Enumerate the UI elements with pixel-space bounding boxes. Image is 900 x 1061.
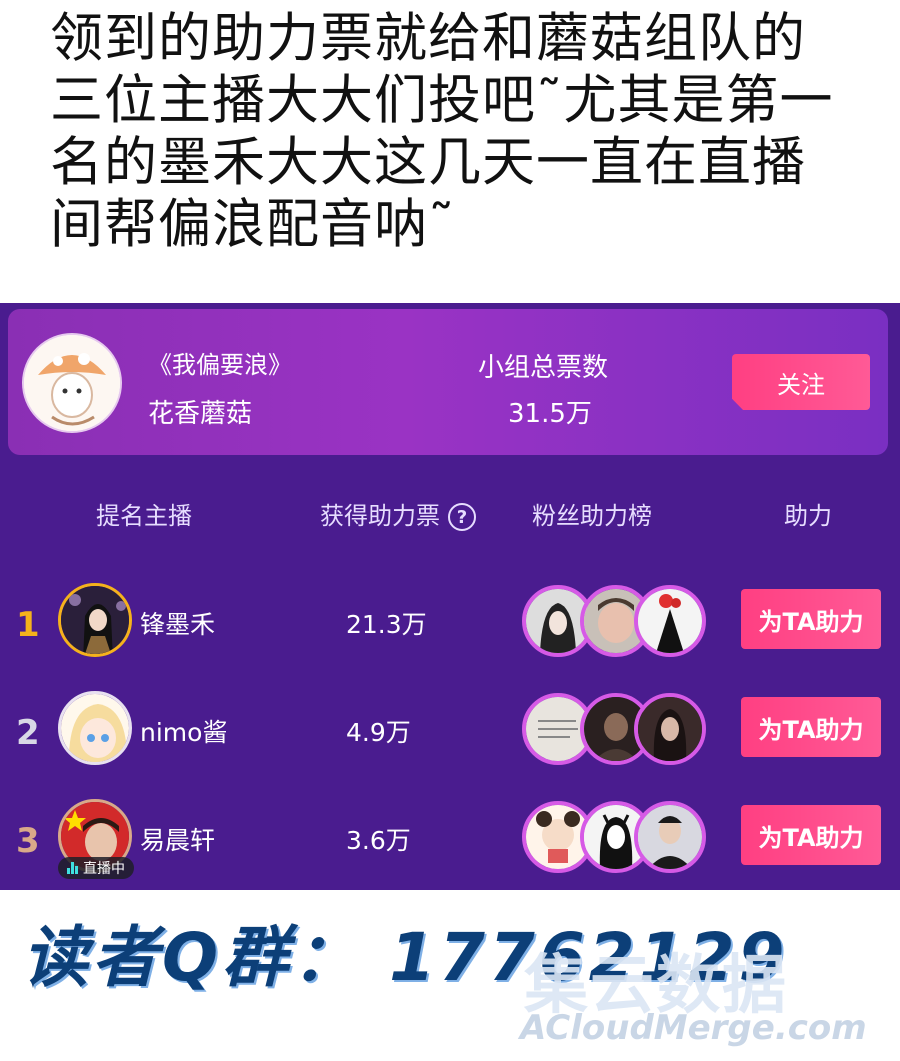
footer-banner: 读者Q群： 17762129 集云数据 ACloudMerge.com: [0, 890, 900, 1061]
anchor-avatar[interactable]: [58, 691, 132, 765]
anchor-portrait-icon: [61, 586, 129, 654]
fan-avatar[interactable]: [634, 585, 706, 657]
caption-line: 三位主播大大们投吧˜尤其是第一: [50, 70, 834, 131]
rank-number: 2: [16, 713, 40, 753]
ranking-row: 2 nimo酱 4.9万 为TA助力: [0, 689, 900, 779]
fan-avatar[interactable]: [634, 693, 706, 765]
anchor-avatar[interactable]: [58, 583, 132, 657]
watermark-en: ACloudMerge.com: [520, 1008, 867, 1048]
live-badge: 直播中: [58, 857, 134, 879]
team-title: 《我偏要浪》: [148, 351, 292, 379]
caption-line: 领到的助力票就给和蘑菇组队的: [50, 8, 806, 69]
column-header-anchor: 提名主播: [96, 502, 192, 530]
fan-avatars: [522, 693, 706, 767]
ranking-panel: 《我偏要浪》 花香蘑菇 小组总票数 31.5万 关注 提名主播 获得助力票? 粉…: [0, 303, 900, 890]
column-header-fans: 粉丝助力榜: [532, 502, 652, 530]
anchor-votes: 3.6万: [346, 826, 411, 855]
fan-avatars: [522, 801, 706, 875]
fan-avatars: [522, 585, 706, 659]
column-header-votes-label: 获得助力票: [320, 502, 440, 530]
total-votes-value: 31.5万: [508, 399, 592, 429]
total-votes-label: 小组总票数: [478, 353, 609, 383]
boost-button[interactable]: 为TA助力: [741, 805, 881, 865]
column-header-votes: 获得助力票?: [320, 496, 476, 531]
caption-line: 间帮偏浪配音呐˜: [50, 194, 456, 255]
anchor-portrait-icon: [61, 694, 129, 762]
caption-text: 领到的助力票就给和蘑菇组队的 三位主播大大们投吧˜尤其是第一 名的墨禾大大这几天…: [50, 8, 890, 256]
ranking-row: 3 直播中 易晨轩 3.6万 为TA助力: [0, 797, 900, 887]
live-badge-label: 直播中: [83, 861, 125, 877]
rank-number: 3: [16, 821, 40, 861]
ranking-row: 1 锋墨禾 21.3万 为TA助力: [0, 581, 900, 671]
anchor-votes: 21.3万: [346, 610, 427, 639]
fan-avatar[interactable]: [634, 801, 706, 873]
fan-portrait-icon: [638, 697, 702, 761]
fan-portrait-icon: [638, 805, 702, 869]
team-avatar[interactable]: [22, 333, 122, 433]
team-name: 花香蘑菇: [148, 399, 253, 429]
mushroom-avatar-icon: [24, 335, 120, 431]
anchor-name: 易晨轩: [140, 826, 216, 855]
team-header-card: 《我偏要浪》 花香蘑菇 小组总票数 31.5万 关注: [8, 309, 888, 455]
follow-button[interactable]: 关注: [732, 354, 870, 410]
boost-button[interactable]: 为TA助力: [741, 697, 881, 757]
anchor-votes: 4.9万: [346, 718, 411, 747]
live-bars-icon: [67, 862, 79, 874]
boost-button[interactable]: 为TA助力: [741, 589, 881, 649]
rank-number: 1: [16, 605, 40, 645]
help-icon[interactable]: ?: [448, 503, 476, 531]
anchor-name: 锋墨禾: [140, 610, 216, 639]
anchor-name: nimo酱: [140, 718, 228, 747]
caption-line: 名的墨禾大大这几天一直在直播: [50, 132, 806, 193]
fan-portrait-icon: [638, 589, 702, 653]
column-header-boost: 助力: [784, 502, 832, 530]
